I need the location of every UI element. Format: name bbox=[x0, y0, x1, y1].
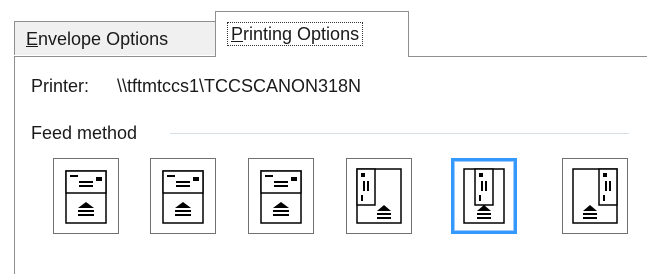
tab-envelope-options-label: Envelope Options bbox=[26, 29, 169, 49]
feed-horizontal-center-icon bbox=[162, 170, 204, 224]
feed-horizontal-right-icon bbox=[260, 170, 302, 224]
feed-option-6-button[interactable] bbox=[562, 158, 628, 234]
feed-method-label: Feed method bbox=[31, 123, 144, 144]
tab-printing-options[interactable]: Printing Options bbox=[215, 11, 409, 57]
feed-option-5-button[interactable] bbox=[451, 158, 517, 234]
printer-label: Printer: bbox=[31, 76, 90, 96]
feed-horizontal-left-icon bbox=[65, 170, 107, 224]
printer-name: \\tftmtccs1\TCCSCANON318N bbox=[117, 76, 362, 96]
feed-vertical-center-icon bbox=[463, 168, 505, 224]
feed-method-divider bbox=[170, 133, 629, 134]
tab-printing-options-label: Printing Options bbox=[227, 22, 364, 46]
tab-envelope-options[interactable]: Envelope Options bbox=[14, 21, 216, 55]
feed-option-1-button[interactable] bbox=[53, 158, 119, 234]
feed-option-2-button[interactable] bbox=[150, 158, 216, 234]
feed-option-4-button[interactable] bbox=[346, 158, 412, 234]
feed-vertical-left-icon bbox=[356, 168, 402, 224]
printer-row: Printer: \\tftmtccs1\TCCSCANON318N bbox=[31, 76, 361, 97]
feed-vertical-right-icon bbox=[572, 168, 618, 224]
feed-option-3-button[interactable] bbox=[248, 158, 314, 234]
tab-strip: Envelope Options Printing Options bbox=[0, 0, 647, 57]
